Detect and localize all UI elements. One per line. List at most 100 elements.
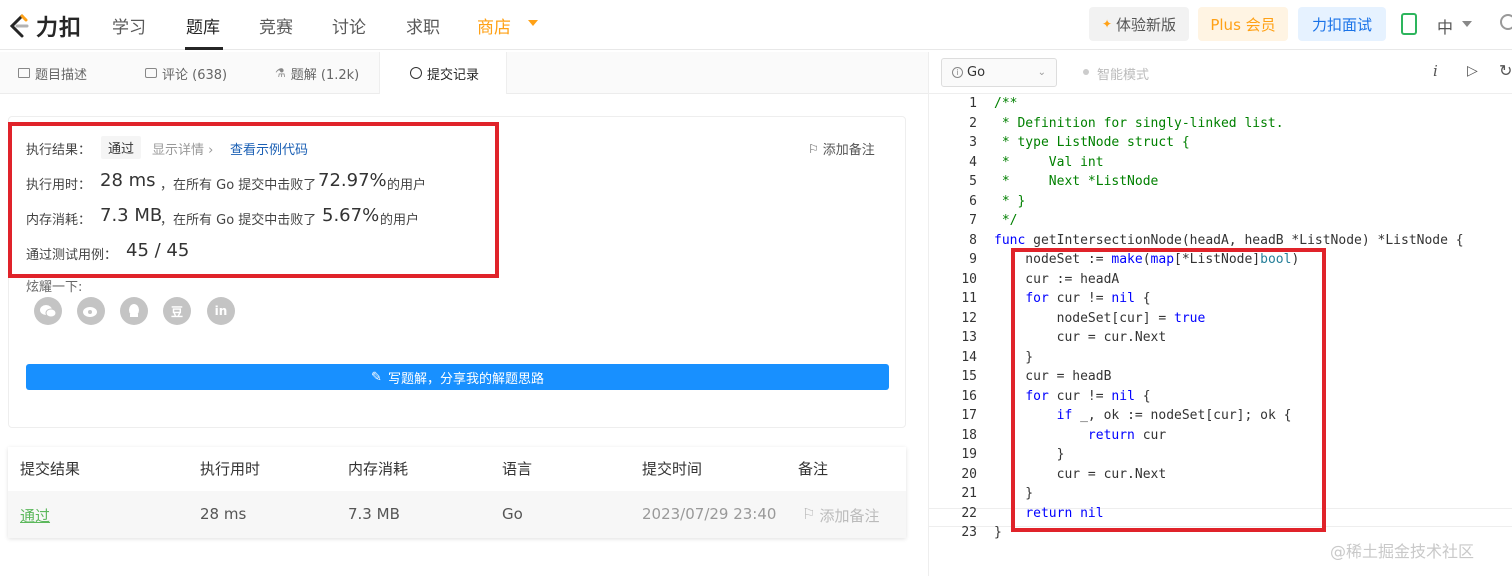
- run-icon[interactable]: ▷: [1467, 63, 1478, 79]
- nav-item-problems[interactable]: 题库: [186, 13, 220, 38]
- line-number: 23: [961, 525, 977, 540]
- memory-desc: ，在所有 Go 提交中击败了: [160, 213, 317, 228]
- code-line: nodeSet[cur] = true: [994, 310, 1206, 326]
- code-line: cur = headB: [994, 369, 1112, 384]
- row-time: 28 ms: [200, 505, 247, 523]
- chevron-down-icon: ⌄: [1037, 67, 1046, 78]
- qq-icon[interactable]: [120, 297, 148, 325]
- col-header-submitted: 提交时间: [642, 460, 703, 478]
- code-line: return nil: [1025, 505, 1104, 521]
- mobile-app-icon[interactable]: [1401, 13, 1417, 35]
- try-new-version-label: 体验新版: [1116, 15, 1177, 34]
- line-number: 3: [969, 135, 977, 150]
- show-details-link[interactable]: 显示详情 ›: [152, 139, 213, 158]
- language-switch[interactable]: 中: [1437, 14, 1453, 38]
- top-nav: 力扣 学习 题库 竞赛 讨论 求职 商店 ✦ 体验新版 Plus 会员 力扣面试…: [0, 0, 1512, 50]
- clock-icon: [410, 67, 422, 79]
- code-editor[interactable]: 1 2 3 4 5 6 7 8 9 10 11 12 13 14 15 16 17 18 19 20 21 22 23 /*…: [928, 94, 1512, 576]
- tab-solutions-label: 题解 (1.2k): [290, 67, 360, 83]
- line-number: 5: [969, 174, 977, 189]
- flag-icon: ⚐: [802, 505, 816, 523]
- col-header-note: 备注: [798, 460, 829, 478]
- code-line: * Definition for singly-linked list.: [994, 115, 1284, 131]
- col-header-language: 语言: [502, 460, 533, 478]
- memory-tail: 的用户: [380, 213, 420, 228]
- col-header-time: 执行用时: [200, 460, 261, 478]
- col-header-memory: 内存消耗: [348, 460, 409, 478]
- line-number: 4: [969, 154, 977, 170]
- row-status-link[interactable]: 通过: [20, 505, 50, 526]
- code-line: }: [994, 486, 1034, 501]
- line-number: 12: [961, 310, 977, 326]
- language-select[interactable]: i Go ⌄: [941, 58, 1057, 87]
- smart-mode-dot-icon: [1083, 69, 1089, 75]
- tab-description[interactable]: 题目描述: [18, 52, 87, 94]
- tab-comments[interactable]: 评论 (638): [145, 52, 227, 94]
- row-language: Go: [502, 505, 523, 523]
- code-line: */: [994, 213, 1018, 228]
- try-new-version-button[interactable]: ✦ 体验新版: [1089, 7, 1189, 41]
- info-icon: i: [952, 67, 963, 78]
- line-number: 14: [961, 349, 977, 365]
- exec-time-value: 28 ms: [100, 170, 156, 191]
- logo-text: 力扣: [36, 16, 83, 41]
- nav-item-contest[interactable]: 竞赛: [259, 13, 293, 38]
- weibo-icon[interactable]: [77, 297, 105, 325]
- line-number: 17: [961, 408, 977, 423]
- info-italic-icon[interactable]: i: [1433, 62, 1438, 80]
- tab-solutions[interactable]: ⚗ 题解 (1.2k): [275, 52, 359, 94]
- line-number: 20: [961, 466, 977, 482]
- line-number: 7: [969, 213, 977, 228]
- watermark: @稀土掘金技术社区: [1330, 542, 1475, 561]
- nav-item-shop[interactable]: 商店: [477, 13, 511, 38]
- add-note-button[interactable]: ⚐ 添加备注: [808, 139, 875, 159]
- row-memory: 7.3 MB: [348, 505, 400, 523]
- logo[interactable]: 力扣: [6, 10, 82, 42]
- memory-value: 7.3 MB: [100, 205, 163, 226]
- comment-icon: [145, 68, 157, 78]
- plus-member-button[interactable]: Plus 会员: [1198, 7, 1288, 41]
- write-solution-button[interactable]: ✎ 写题解，分享我的解题思路: [26, 364, 889, 390]
- code-line: * type ListNode struct {: [994, 135, 1190, 150]
- line-number: 15: [961, 369, 977, 384]
- code-line: for cur != nil {: [1025, 291, 1151, 306]
- smart-mode-toggle[interactable]: 智能模式: [1097, 64, 1149, 83]
- reset-icon[interactable]: ↻: [1499, 61, 1512, 80]
- exec-time-desc: ，在所有 Go 提交中击败了: [160, 178, 317, 193]
- douban-icon[interactable]: 豆: [163, 297, 191, 325]
- language-chevron-down-icon[interactable]: [1462, 21, 1472, 27]
- nav-item-jobs[interactable]: 求职: [406, 13, 440, 38]
- code-line: }: [994, 447, 1065, 462]
- code-line: return cur: [1087, 427, 1167, 443]
- line-number: 19: [961, 447, 977, 462]
- pencil-icon: ✎: [371, 369, 382, 385]
- linkedin-icon[interactable]: in: [207, 297, 235, 325]
- wechat-icon[interactable]: [34, 297, 62, 325]
- tab-submissions-label: 提交记录: [427, 67, 480, 83]
- line-number: 2: [969, 115, 977, 131]
- chevron-down-icon[interactable]: [528, 20, 538, 26]
- nav-item-learn[interactable]: 学习: [112, 13, 146, 38]
- code-line: }: [994, 525, 1002, 540]
- row-add-note-button[interactable]: ⚐ 添加备注: [802, 505, 879, 526]
- line-number: 18: [961, 427, 977, 443]
- flag-icon: ⚐: [808, 141, 819, 156]
- nav-active-indicator: [185, 47, 223, 50]
- tab-comments-label: 评论 (638): [162, 67, 228, 83]
- view-sample-code-link[interactable]: 查看示例代码: [230, 139, 308, 158]
- problem-tabs: 题目描述 评论 (638) ⚗ 题解 (1.2k) 提交记录: [0, 52, 928, 94]
- memory-percent: 5.67%: [322, 205, 380, 226]
- code-line: for cur != nil {: [1025, 388, 1151, 404]
- exec-time-percent: 72.97%: [318, 170, 387, 191]
- interview-button[interactable]: 力扣面试: [1298, 7, 1386, 41]
- avatar[interactable]: [1500, 14, 1512, 30]
- line-number: 1: [969, 96, 977, 111]
- flask-icon: ⚗: [275, 66, 286, 80]
- nav-item-discuss[interactable]: 讨论: [332, 13, 366, 38]
- test-cases-label: 通过测试用例：: [26, 248, 118, 263]
- tab-submissions[interactable]: 提交记录: [379, 52, 507, 94]
- line-number: 8: [969, 232, 977, 248]
- table-row[interactable]: 通过 28 ms 7.3 MB Go 2023/07/29 23:40 ⚐ 添加…: [8, 491, 906, 538]
- write-solution-label: 写题解，分享我的解题思路: [387, 371, 544, 387]
- exec-time-tail: 的用户: [387, 178, 427, 193]
